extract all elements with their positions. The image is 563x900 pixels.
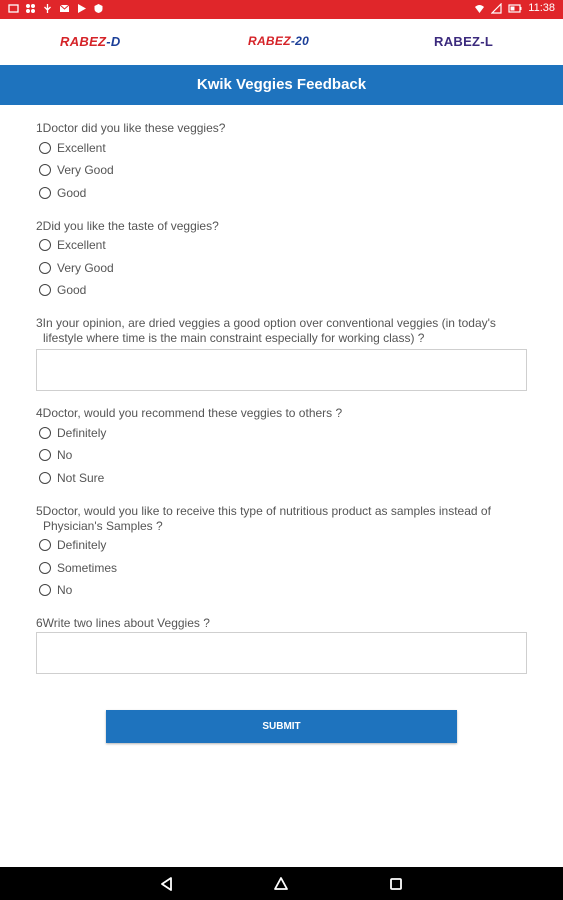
brand-logo-rabez-l: RABEZ-L bbox=[434, 34, 494, 49]
q1-option-excellent[interactable]: Excellent bbox=[39, 139, 106, 157]
radio-button[interactable] bbox=[39, 449, 51, 461]
brand-bar: RABEZ-D RABEZ-20 RABEZ-L bbox=[0, 19, 563, 65]
status-time: 11:38 bbox=[528, 2, 555, 14]
question-5-label: 5Doctor, would you like to receive this … bbox=[36, 504, 491, 533]
q5-option-sometimes[interactable]: Sometimes bbox=[39, 559, 117, 577]
battery-icon bbox=[508, 3, 522, 13]
radio-button[interactable] bbox=[39, 584, 51, 596]
question-2-label: 2Did you like the taste of veggies? bbox=[36, 219, 219, 233]
question-6-label: 6Write two lines about Veggies ? bbox=[36, 616, 210, 630]
radio-button[interactable] bbox=[39, 427, 51, 439]
brand-logo-rabez-d: RABEZ-D bbox=[60, 34, 121, 49]
page-title: Kwik Veggies Feedback bbox=[0, 65, 563, 105]
wifi-icon bbox=[475, 4, 485, 13]
q2-option-very-good[interactable]: Very Good bbox=[39, 259, 114, 277]
radio-button[interactable] bbox=[39, 142, 51, 154]
q3-answer-textarea[interactable] bbox=[36, 349, 527, 391]
mail-icon bbox=[59, 4, 70, 12]
q5-option-definitely[interactable]: Definitely bbox=[39, 536, 106, 554]
brand-logo-rabez-20: RABEZ-20 bbox=[248, 34, 310, 48]
notification-icons bbox=[8, 3, 104, 14]
radio-button[interactable] bbox=[39, 239, 51, 251]
q4-option-not-sure[interactable]: Not Sure bbox=[39, 469, 104, 487]
q5-option-no[interactable]: No bbox=[39, 581, 72, 599]
submit-button[interactable]: SUBMIT bbox=[106, 710, 457, 743]
play-store-icon bbox=[78, 4, 86, 13]
radio-button[interactable] bbox=[39, 262, 51, 274]
system-icons: 11:38 bbox=[474, 2, 555, 14]
q6-answer-textarea[interactable] bbox=[36, 632, 527, 674]
radio-button[interactable] bbox=[39, 562, 51, 574]
q4-option-definitely[interactable]: Definitely bbox=[39, 424, 106, 442]
q1-option-very-good[interactable]: Very Good bbox=[39, 161, 114, 179]
q2-option-good[interactable]: Good bbox=[39, 281, 86, 299]
shield-icon bbox=[94, 4, 103, 13]
q1-option-good[interactable]: Good bbox=[39, 184, 86, 202]
radio-button[interactable] bbox=[39, 284, 51, 296]
q4-option-no[interactable]: No bbox=[39, 446, 72, 464]
home-icon[interactable] bbox=[272, 875, 290, 893]
question-3-label: 3In your opinion, are dried veggies a go… bbox=[36, 316, 496, 345]
recent-apps-icon[interactable] bbox=[387, 875, 405, 893]
app-icon bbox=[26, 4, 35, 13]
android-nav-bar bbox=[0, 867, 563, 900]
question-4-label: 4Doctor, would you recommend these veggi… bbox=[36, 406, 343, 420]
usb-icon bbox=[44, 4, 51, 13]
radio-button[interactable] bbox=[39, 187, 51, 199]
q2-option-excellent[interactable]: Excellent bbox=[39, 236, 106, 254]
signal-icon bbox=[491, 2, 502, 14]
radio-button[interactable] bbox=[39, 472, 51, 484]
screenshot-icon bbox=[8, 4, 19, 13]
back-icon[interactable] bbox=[158, 875, 176, 893]
radio-button[interactable] bbox=[39, 539, 51, 551]
radio-button[interactable] bbox=[39, 164, 51, 176]
status-bar: 11:38 bbox=[0, 0, 563, 19]
question-1-label: 1Doctor did you like these veggies? bbox=[36, 121, 226, 135]
